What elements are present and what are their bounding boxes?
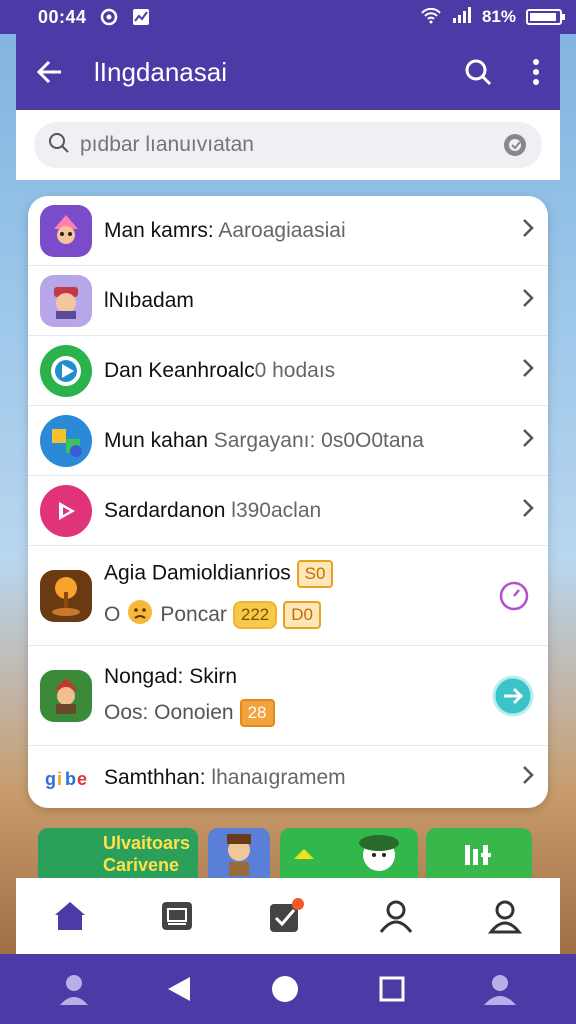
emoji-face-icon: [126, 598, 154, 632]
page-title: lIngdanasai: [94, 56, 227, 87]
thumbnail-card[interactable]: Ulvaitoars Carivene: [38, 828, 198, 880]
tree-game-icon: [40, 569, 92, 622]
list-item[interactable]: lNıbadam: [28, 266, 548, 336]
item-title: Dan Keanhroalc: [104, 358, 255, 382]
item-prefix: O: [104, 602, 121, 626]
svg-text:i: i: [57, 769, 62, 789]
status-bar: 00:44 81%: [0, 0, 576, 34]
arrow-right-circle-icon[interactable]: [492, 675, 534, 717]
notification-icon: [99, 7, 119, 27]
svg-text:b: b: [65, 769, 76, 789]
svg-text:g: g: [45, 769, 56, 789]
item-badge: 28: [239, 698, 275, 727]
timer-icon[interactable]: [498, 580, 530, 612]
mic-icon[interactable]: [502, 132, 528, 158]
search-icon[interactable]: [464, 58, 492, 86]
list-item[interactable]: Sardardanon l390aclan: [28, 476, 548, 546]
item-status: Poncar: [160, 602, 227, 626]
hero-game-icon: [40, 669, 92, 722]
list-item[interactable]: Mun kahan Sargayanı: 0s0O0tana: [28, 406, 548, 476]
list-item[interactable]: Man kamrs: Aaroagiaasiai: [28, 196, 548, 266]
battery-percent: 81%: [481, 7, 516, 26]
status-time: 00:44: [38, 6, 87, 27]
item-title: Samthhan:: [104, 766, 206, 789]
chevron-right-icon: [522, 358, 534, 384]
wifi-icon: [420, 6, 442, 29]
item-badge: 222: [232, 600, 278, 629]
more-vert-icon[interactable]: [532, 58, 540, 86]
svg-text:e: e: [77, 769, 87, 789]
list-item[interactable]: Agia Damioldianrios S0 O Poncar 222 D0: [28, 546, 548, 646]
thumbnail-title: Ulvaitoars Carivene: [102, 833, 190, 875]
list-item[interactable]: Nongad: Skirn Oos: Oonoien 28: [28, 646, 548, 746]
item-badge: S0: [296, 559, 334, 588]
tasks-icon[interactable]: [268, 898, 304, 934]
battery-icon: [526, 9, 565, 25]
accounts-icon[interactable]: [483, 973, 517, 1005]
chevron-right-icon: [522, 218, 534, 244]
item-title: Agia Damioldianrios: [104, 561, 291, 585]
video-play-icon: [40, 484, 92, 537]
item-title: Man kamrs:: [104, 218, 214, 242]
recents-square-icon[interactable]: [378, 975, 406, 1003]
item-title: Sardardanon: [104, 498, 226, 522]
list-item[interactable]: gibe Samthhan: lhanaıgramem: [28, 746, 548, 808]
home-icon[interactable]: [53, 899, 87, 933]
system-nav: [0, 954, 576, 1024]
user-icon[interactable]: [59, 973, 89, 1005]
app-list: Man kamrs: Aaroagiaasiai lNıbadam Dan Ke…: [28, 196, 548, 808]
item-subtitle: l390aclan: [231, 498, 322, 522]
home-circle-icon[interactable]: [270, 974, 300, 1004]
chevron-right-icon: [522, 288, 534, 314]
wizard-game-icon: [40, 204, 92, 257]
letters-game-icon: gibe: [40, 752, 92, 804]
thumbnail-card[interactable]: [280, 828, 418, 880]
back-triangle-icon[interactable]: [166, 975, 192, 1003]
item-title: lNıbadam: [104, 288, 194, 312]
profile-icon[interactable]: [378, 898, 414, 934]
chevron-right-icon: [522, 765, 534, 791]
account-icon[interactable]: [487, 898, 523, 934]
chevron-right-icon: [522, 498, 534, 524]
item-badge: D0: [283, 600, 321, 629]
signal-icon: [452, 6, 472, 28]
item-subtitle: Sargayanı: 0s0O0tana: [213, 428, 424, 452]
tv-icon[interactable]: [160, 899, 194, 933]
item-subtitle: lhanaıgramem: [211, 766, 346, 789]
featured-thumbnails: Ulvaitoars Carivene: [38, 828, 538, 880]
thumbnail-card[interactable]: [208, 828, 270, 880]
item-title: Mun kahan: [104, 428, 208, 452]
thumbnail-card[interactable]: [426, 828, 532, 880]
item-title: Nongad: Skirn: [104, 664, 238, 688]
app-bar: lIngdanasai: [16, 34, 560, 110]
item-status: Oos: Oonoien: [104, 700, 234, 724]
bottom-nav: [16, 878, 560, 954]
search-bar: [34, 122, 542, 168]
puzzle-game-icon: [40, 414, 92, 467]
chart-icon: [131, 7, 151, 27]
search-input[interactable]: [80, 133, 492, 157]
search-glass-icon: [48, 132, 70, 159]
warrior-game-icon: [40, 274, 92, 327]
item-subtitle: 0 hodaıs: [254, 358, 336, 382]
list-item[interactable]: Dan Keanhroalc0 hodaıs: [28, 336, 548, 406]
search-area: [16, 110, 560, 180]
chevron-right-icon: [522, 428, 534, 454]
play-circle-icon: [40, 344, 92, 397]
back-arrow-icon[interactable]: [36, 58, 64, 86]
item-subtitle: Aaroagiaasiai: [218, 218, 346, 242]
